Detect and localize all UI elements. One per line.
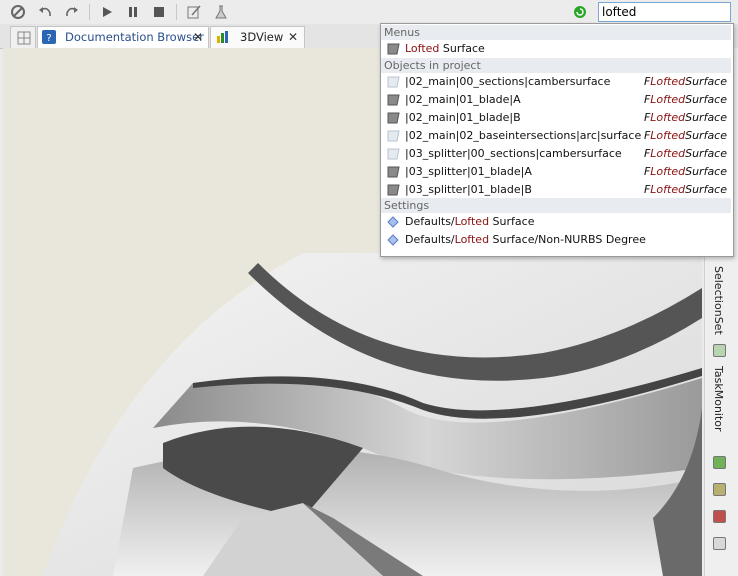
search-input[interactable]: lofted [598,2,731,22]
task-ok-icon[interactable] [713,456,726,469]
tab-selectionset[interactable]: SelectionSet [709,266,731,336]
result-object-item[interactable]: |02_main|00_sections|cambersurface FLofte… [381,73,731,91]
type-text: Surface [685,93,727,106]
task-monitor-icon [713,344,726,357]
match-text: Lofted [405,42,440,55]
play-icon[interactable] [98,3,116,21]
type-text: Surface [685,147,727,160]
match-text: Lofted [650,165,686,178]
object-path: |03_splitter|01_blade|A [405,165,532,178]
result-object-item[interactable]: |03_splitter|01_blade|A FLoftedSurface [381,163,731,181]
redo-icon[interactable] [63,3,81,21]
undo-icon[interactable] [36,3,54,21]
match-text: Lofted [650,93,686,106]
status-ok-icon[interactable] [573,5,587,19]
main-toolbar: lofted [0,0,738,24]
close-icon[interactable]: ✕ [288,27,298,47]
object-type: FLoftedSurface [644,145,727,163]
item-text: Surface [489,215,535,228]
pause-icon[interactable] [124,3,142,21]
item-text: Surface/Non-NURBS Degree [489,233,646,246]
object-type: FLoftedSurface [644,163,727,181]
result-setting-item[interactable]: Defaults/Lofted Surface [381,213,731,231]
result-object-item[interactable]: |02_main|01_blade|B FLoftedSurface [381,109,731,127]
svg-text:?: ? [46,33,51,44]
section-header-menus: Menus [381,25,731,40]
flask-icon[interactable] [212,3,230,21]
tab-label: TaskMonitor [712,366,725,432]
match-text: Lofted [650,183,686,196]
section-header-objects: Objects in project [381,58,731,73]
surface-icon [387,166,400,178]
match-text: Lofted [650,111,686,124]
setting-diamond-icon [387,234,400,246]
match-text: Lofted [454,215,490,228]
result-setting-item[interactable]: Defaults/Lofted Surface/Non-NURBS Degree [381,231,731,249]
help-icon: ? [42,30,56,44]
result-object-item[interactable]: |03_splitter|01_blade|B FLoftedSurface [381,181,731,199]
type-text: Surface [685,129,727,142]
surface-icon [387,184,400,196]
stop-icon[interactable] [150,3,168,21]
object-path: |02_main|00_sections|cambersurface [405,75,611,88]
match-text: Lofted [454,233,490,246]
surface-icon [387,112,400,124]
object-path: |03_splitter|00_sections|cambersurface [405,147,622,160]
result-object-item[interactable]: |03_splitter|00_sections|cambersurface FL… [381,145,731,163]
object-type: FLoftedSurface [644,109,727,127]
grid-icon [17,31,31,45]
match-text: Lofted [650,129,686,142]
search-results-popup: Menus Lofted Surface Objects in project … [380,23,734,257]
object-type: FLoftedSurface [644,127,727,145]
edit-icon[interactable] [185,3,203,21]
match-text: Lofted [650,75,686,88]
task-error-icon[interactable] [713,510,726,523]
item-text: Defaults/ [405,233,455,246]
layout-tab-button[interactable] [10,26,36,48]
type-text: Surface [685,111,727,124]
object-path: |02_main|02_baseintersections|arc|surfac… [405,129,642,142]
surface-icon [387,130,400,142]
item-text: Surface [439,42,485,55]
match-text: Lofted [650,147,686,160]
type-text: Surface [685,165,727,178]
tab-3dview[interactable]: 3DView ✕ [210,26,305,48]
tab-label: Documentation Browser [65,30,204,44]
object-type: FLoftedSurface [644,73,727,91]
tab-documentation-browser[interactable]: ? Documentation Browser ✕ [37,26,209,48]
result-object-item[interactable]: |02_main|02_baseintersections|arc|surfac… [381,127,731,145]
surface-icon [387,94,400,106]
result-menu-item[interactable]: Lofted Surface [381,40,731,58]
chart-icon [216,30,230,44]
type-text: Surface [685,75,727,88]
item-text: Defaults/ [405,215,455,228]
section-header-settings: Settings [381,198,731,213]
surface-icon [387,43,400,55]
object-type: FLoftedSurface [644,181,727,199]
tab-label: 3DView [240,30,284,44]
stop-circle-icon[interactable] [9,3,27,21]
result-object-item[interactable]: |02_main|01_blade|A FLoftedSurface [381,91,731,109]
setting-diamond-icon [387,216,400,228]
object-type: FLoftedSurface [644,91,727,109]
object-path: |02_main|01_blade|B [405,111,521,124]
tab-label: SelectionSet [712,266,725,335]
type-text: Surface [685,183,727,196]
object-path: |02_main|01_blade|A [405,93,521,106]
task-idle-icon[interactable] [713,537,726,550]
tab-taskmonitor[interactable]: TaskMonitor [709,366,731,436]
task-warning-icon[interactable] [713,483,726,496]
surface-icon [387,76,400,88]
object-path: |03_splitter|01_blade|B [405,183,532,196]
surface-icon [387,148,400,160]
close-icon[interactable]: ✕ [193,27,203,47]
